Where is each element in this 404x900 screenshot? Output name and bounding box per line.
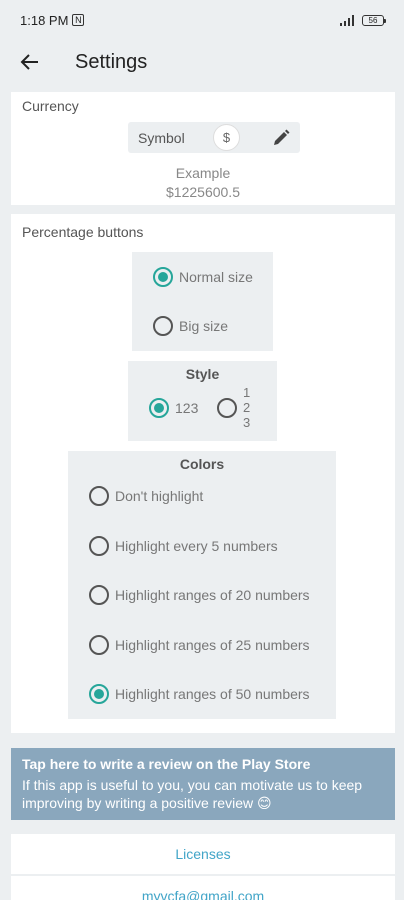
pencil-icon	[274, 129, 290, 145]
arrow-left-icon	[20, 54, 38, 70]
radio-normal-size[interactable]: Normal size	[153, 267, 253, 287]
radio-button[interactable]	[89, 486, 109, 506]
radio-style-123[interactable]: 123	[149, 398, 198, 418]
radio-highlight-ranges-20[interactable]: Highlight ranges of 20 numbers	[89, 585, 310, 605]
radio-label: Highlight ranges of 25 numbers	[115, 637, 310, 653]
stack-digit: 1	[243, 385, 251, 400]
currency-card: Currency Symbol $ Example $1225600.5	[11, 92, 395, 205]
style-title: Style	[185, 366, 220, 382]
radio-label-stacked: 1 2 3	[243, 385, 250, 430]
style-options-box: Style 123 1 2 3	[128, 361, 277, 441]
radio-button[interactable]	[153, 316, 173, 336]
radio-label: Normal size	[179, 269, 253, 285]
colors-options-box: Colors Don't highlight Highlight every 5…	[68, 451, 336, 719]
signal-icon	[340, 14, 354, 26]
radio-label: Big size	[179, 318, 229, 334]
nfc-icon: N	[72, 14, 85, 26]
radio-button[interactable]	[217, 397, 237, 418]
example-value: $1225600.5	[166, 184, 240, 200]
currency-section-title: Currency	[22, 98, 79, 114]
size-options-box: Normal size Big size	[132, 252, 273, 351]
radio-label: Highlight ranges of 20 numbers	[115, 587, 310, 603]
radio-big-size[interactable]: Big size	[153, 316, 228, 336]
app-bar: Settings	[0, 40, 404, 84]
radio-label: Don't highlight	[115, 488, 204, 504]
radio-label: 123	[175, 400, 199, 416]
nfc-letter: N	[75, 14, 82, 25]
radio-label: Highlight every 5 numbers	[115, 538, 278, 554]
stack-digit: 2	[243, 400, 251, 415]
radio-highlight-every-5[interactable]: Highlight every 5 numbers	[89, 536, 278, 556]
currency-symbol-value: $	[222, 130, 231, 145]
status-time: 1:18 PM	[20, 12, 69, 28]
radio-button[interactable]	[89, 585, 109, 605]
email-link[interactable]: myvcfa@gmail.com	[11, 876, 395, 900]
radio-label: Highlight ranges of 50 numbers	[115, 686, 310, 702]
symbol-label: Symbol	[138, 129, 185, 146]
edit-symbol-button[interactable]	[269, 126, 293, 150]
radio-style-vertical[interactable]: 1 2 3	[217, 385, 250, 430]
currency-symbol-badge[interactable]: $	[213, 124, 240, 151]
status-bar: 1:18 PM N 56	[0, 0, 404, 40]
battery-level: 56	[368, 15, 378, 25]
radio-highlight-ranges-50[interactable]: Highlight ranges of 50 numbers	[89, 684, 310, 704]
review-banner[interactable]: Tap here to write a review on the Play S…	[11, 748, 395, 820]
example-label: Example	[175, 165, 231, 181]
battery-icon: 56	[362, 14, 386, 26]
review-title: Tap here to write a review on the Play S…	[22, 756, 311, 772]
radio-dont-highlight[interactable]: Don't highlight	[89, 486, 203, 506]
percentage-section-title: Percentage buttons	[22, 224, 144, 240]
radio-button[interactable]	[89, 635, 109, 655]
radio-button[interactable]	[153, 267, 173, 287]
radio-button[interactable]	[149, 398, 169, 418]
percentage-card: Percentage buttons Normal size Big size …	[11, 214, 395, 733]
stack-digit: 3	[243, 415, 251, 430]
licenses-link[interactable]: Licenses	[11, 834, 395, 874]
radio-button[interactable]	[89, 684, 109, 704]
review-text: If this app is useful to you, you can mo…	[22, 777, 363, 811]
radio-button[interactable]	[89, 536, 109, 556]
page-title: Settings	[75, 50, 148, 73]
back-button[interactable]	[10, 42, 50, 82]
colors-title: Colors	[179, 456, 225, 472]
radio-highlight-ranges-25[interactable]: Highlight ranges of 25 numbers	[89, 635, 310, 655]
symbol-selector[interactable]: Symbol $	[128, 122, 300, 153]
